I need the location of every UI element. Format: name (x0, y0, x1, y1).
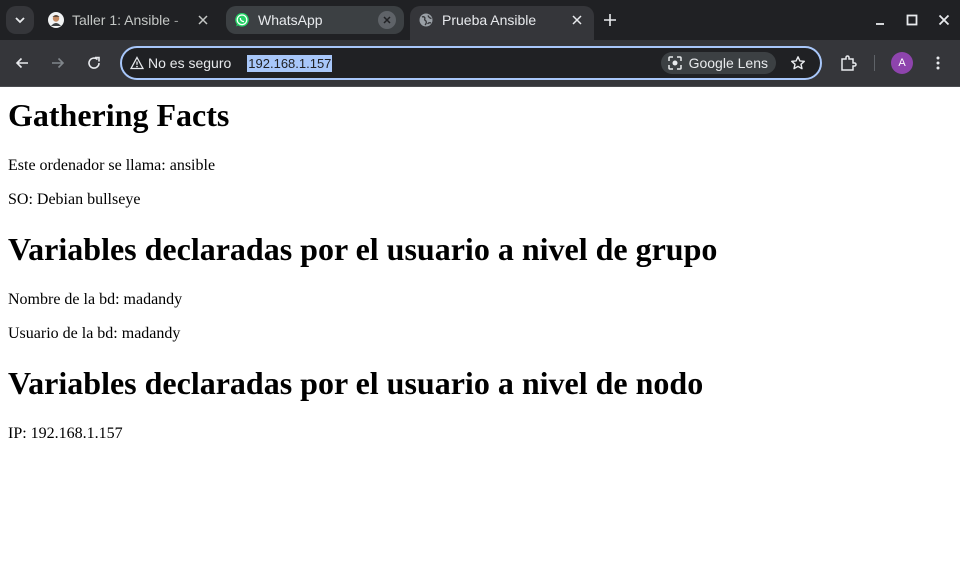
tab-prueba-ansible[interactable]: Prueba Ansible (410, 6, 594, 40)
close-icon (938, 14, 950, 26)
chevron-down-icon (15, 17, 25, 24)
hostname-text: Este ordenador se llama: ansible (8, 157, 216, 174)
close-window-button[interactable] (932, 8, 956, 32)
minimize-icon (876, 23, 884, 25)
maximize-button[interactable] (900, 8, 924, 32)
extensions-button[interactable] (836, 51, 860, 75)
minimize-button[interactable] (868, 8, 892, 32)
heading-group-variables: Variables declaradas por el usuario a ni… (8, 231, 718, 267)
puzzle-icon (841, 55, 857, 71)
google-lens-label: Google Lens (688, 55, 768, 71)
tab-title: Prueba Ansible (442, 12, 537, 28)
reload-icon (88, 56, 100, 69)
bookmark-star-button[interactable] (788, 53, 808, 73)
tab-taller-ansible[interactable]: Taller 1: Ansible - (40, 6, 220, 34)
db-name-text: Nombre de la bd: madandy (8, 291, 183, 308)
browser-toolbar: No es seguro 192.168.1.157 Google Lens (0, 40, 960, 87)
warning-icon (130, 56, 144, 70)
address-bar[interactable]: No es seguro 192.168.1.157 Google Lens (120, 46, 822, 80)
ip-text: IP: 192.168.1.157 (8, 425, 123, 442)
security-label: No es seguro (148, 55, 232, 71)
globe-icon (418, 12, 434, 28)
tab-title: WhatsApp (258, 12, 323, 28)
tab-whatsapp[interactable]: WhatsApp (226, 6, 404, 34)
page-content: Gathering Facts Este ordenador se llama:… (8, 87, 952, 443)
arrow-right-icon (52, 57, 65, 69)
db-user-text: Usuario de la bd: madandy (8, 325, 181, 342)
new-tab-button[interactable] (598, 8, 622, 32)
camera-lens-icon (667, 56, 682, 70)
whatsapp-icon (234, 12, 250, 28)
avatar-favicon-icon (48, 12, 64, 28)
reload-button[interactable] (82, 51, 106, 75)
kebab-menu-icon (936, 56, 940, 70)
heading-gathering-facts: Gathering Facts (8, 97, 230, 133)
google-lens-button[interactable]: Google Lens (660, 52, 776, 74)
os-text: SO: Debian bullseye (8, 191, 141, 208)
tab-strip: Taller 1: Ansible - WhatsApp Prueba Ansi… (0, 0, 960, 40)
close-icon[interactable] (378, 11, 396, 29)
plus-icon (604, 14, 616, 26)
close-icon[interactable] (194, 11, 212, 29)
maximize-icon (906, 14, 918, 26)
heading-node-variables: Variables declaradas por el usuario a ni… (8, 365, 704, 401)
security-chip[interactable]: No es seguro (130, 55, 231, 71)
toolbar-divider (874, 55, 875, 71)
url-text[interactable]: 192.168.1.157 (247, 54, 333, 72)
close-icon[interactable] (568, 11, 586, 29)
arrow-left-icon (15, 57, 28, 69)
profile-avatar[interactable]: A (891, 52, 913, 74)
back-button[interactable] (10, 51, 34, 75)
menu-button[interactable] (926, 51, 950, 75)
tab-title: Taller 1: Ansible - (72, 12, 179, 28)
forward-button[interactable] (46, 51, 70, 75)
tab-search-button[interactable] (6, 6, 34, 34)
star-icon (791, 56, 805, 70)
